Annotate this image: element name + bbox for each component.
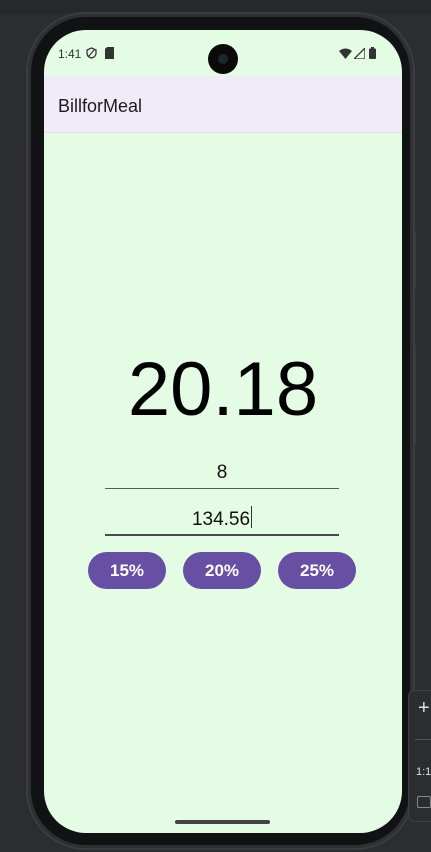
tip-15-button[interactable]: 15% <box>88 552 166 589</box>
app-title: BillforMeal <box>58 96 143 116</box>
bill-amount-field[interactable]: 134.56 <box>105 506 339 534</box>
device-screen: 1:41 BillforMeal 20.18 8 134.56 15% 20% … <box>44 30 402 833</box>
emulator-top-bar <box>0 0 431 14</box>
bill-field-underline <box>105 534 339 536</box>
panel-divider <box>415 739 431 740</box>
gesture-nav-handle[interactable] <box>175 820 270 824</box>
status-bar: 1:41 <box>44 30 402 76</box>
signal-icon <box>352 46 366 64</box>
zoom-ratio-label: 1:1 <box>416 766 431 778</box>
wifi-icon <box>339 46 352 64</box>
battery-icon <box>369 46 376 64</box>
app-bar: BillforMeal <box>44 76 402 133</box>
status-time: 1:41 <box>58 47 82 61</box>
tip-20-button[interactable]: 20% <box>183 552 261 589</box>
tip-amount-display: 20.18 <box>127 347 319 432</box>
emulator-side-panel: + 1:1 <box>408 690 431 822</box>
people-count-field[interactable]: 8 <box>105 459 339 487</box>
people-count-value: 8 <box>216 462 228 483</box>
text-cursor <box>251 506 253 528</box>
front-camera <box>208 44 238 74</box>
people-field-underline <box>105 488 339 489</box>
plus-icon[interactable]: + <box>418 697 430 720</box>
screenshot-icon[interactable] <box>417 796 431 808</box>
sd-card-icon <box>105 46 114 64</box>
bill-amount-value: 134.56 <box>191 509 251 530</box>
shield-icon <box>86 46 97 64</box>
tip-25-button[interactable]: 25% <box>278 552 356 589</box>
